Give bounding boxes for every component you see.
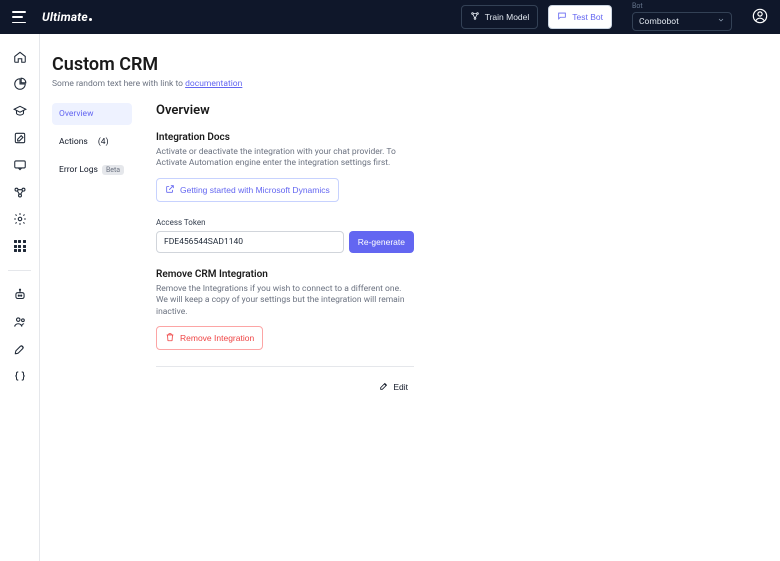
menu-toggle[interactable] bbox=[12, 11, 26, 23]
network-icon bbox=[470, 11, 480, 23]
chevron-down-icon bbox=[717, 16, 725, 27]
rail-settings[interactable] bbox=[13, 212, 27, 226]
integration-docs-desc: Activate or deactivate the integration w… bbox=[156, 147, 414, 170]
rail-apps[interactable] bbox=[13, 239, 27, 253]
test-bot-button[interactable]: Test Bot bbox=[548, 5, 612, 29]
rail-launch[interactable] bbox=[13, 342, 27, 356]
page-title: Custom CRM bbox=[52, 54, 780, 75]
edit-button[interactable]: Edit bbox=[373, 377, 414, 397]
rail-users[interactable] bbox=[13, 315, 27, 329]
external-link-icon bbox=[165, 184, 175, 196]
rail-education[interactable] bbox=[13, 104, 27, 118]
rail-home[interactable] bbox=[13, 50, 27, 64]
rail-analytics[interactable] bbox=[13, 77, 27, 91]
access-token-label: Access Token bbox=[156, 218, 414, 227]
grid-icon bbox=[14, 240, 26, 252]
subnav-tab-actions[interactable]: Actions (4) bbox=[52, 131, 132, 153]
bot-label: Bot bbox=[632, 3, 732, 10]
pencil-icon bbox=[379, 381, 389, 393]
rail-bot[interactable] bbox=[13, 288, 27, 302]
logo: Ultimate bbox=[42, 10, 92, 24]
train-model-button[interactable]: Train Model bbox=[461, 5, 539, 29]
remove-integration-title: Remove CRM Integration bbox=[156, 269, 414, 280]
remove-integration-button[interactable]: Remove Integration bbox=[156, 326, 263, 350]
trash-icon bbox=[165, 332, 175, 344]
subnav-tab-overview[interactable]: Overview bbox=[52, 103, 132, 125]
remove-integration-desc: Remove the Integrations if you wish to c… bbox=[156, 284, 414, 318]
left-rail bbox=[0, 34, 40, 561]
panel-heading: Overview bbox=[156, 103, 414, 118]
regenerate-token-button[interactable]: Re-generate bbox=[349, 231, 414, 253]
beta-badge: Beta bbox=[102, 165, 124, 175]
rail-compose[interactable] bbox=[13, 131, 27, 145]
page-subtitle: Some random text here with link to docum… bbox=[52, 79, 780, 89]
rail-conversations[interactable] bbox=[13, 158, 27, 172]
divider bbox=[156, 366, 414, 367]
account-avatar[interactable] bbox=[752, 8, 768, 27]
docs-link-button[interactable]: Getting started with Microsoft Dynamics bbox=[156, 178, 339, 202]
access-token-input[interactable] bbox=[156, 231, 344, 253]
bot-select[interactable]: Combobot bbox=[632, 12, 732, 31]
integration-docs-title: Integration Docs bbox=[156, 132, 414, 143]
subnav-tab-error-logs[interactable]: Error Logs Beta bbox=[52, 159, 132, 181]
rail-code[interactable] bbox=[13, 369, 27, 383]
subnav: Overview Actions (4) Error Logs Beta bbox=[52, 103, 132, 397]
rail-api[interactable] bbox=[13, 185, 27, 199]
documentation-link[interactable]: documentation bbox=[185, 79, 242, 89]
chat-icon bbox=[557, 11, 567, 23]
